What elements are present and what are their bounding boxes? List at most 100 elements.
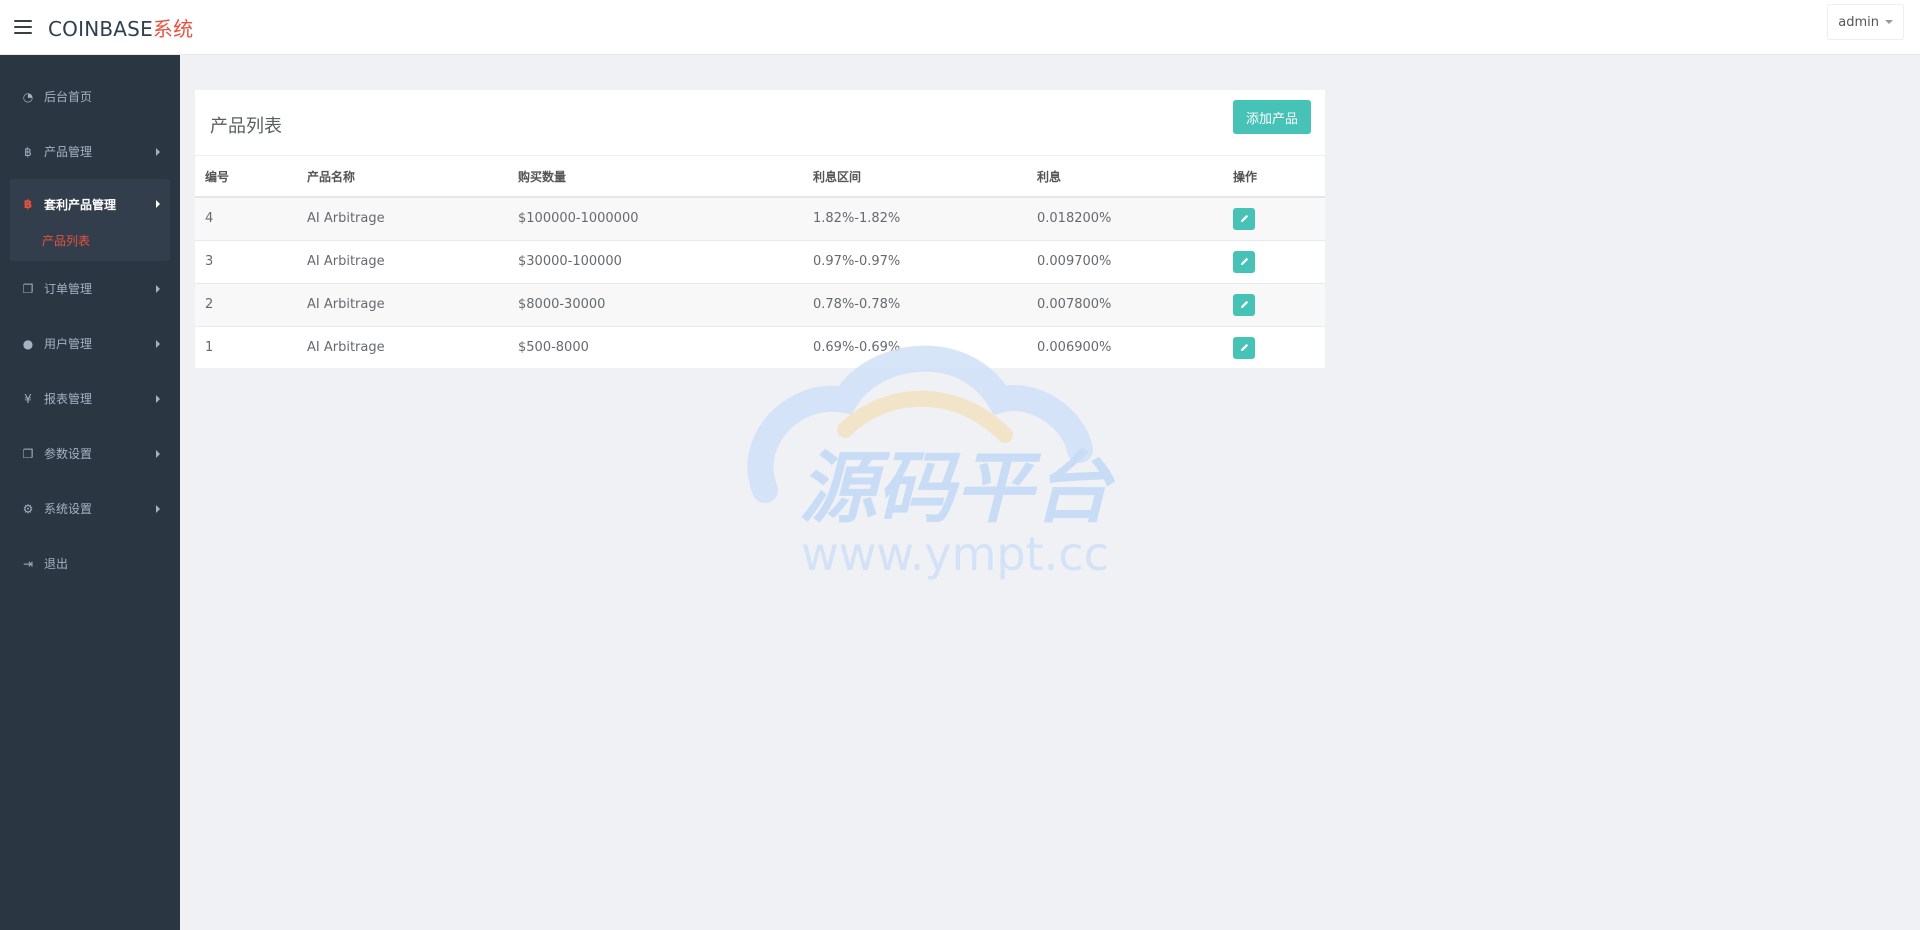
menu-toggle-bar xyxy=(14,20,32,22)
caret-down-icon xyxy=(1885,20,1893,24)
brand-logo[interactable]: COINBASE系统 xyxy=(48,13,193,42)
sidebar-item-label: 套利产品管理 xyxy=(44,197,117,212)
yen-icon: ¥ xyxy=(24,391,32,406)
caret-right-icon xyxy=(156,200,160,208)
cell-range: 1.82%-1.82% xyxy=(803,197,1027,241)
column-header-range[interactable]: 利息区间 xyxy=(803,156,1027,198)
column-header-amount[interactable]: 购买数量 xyxy=(508,156,803,198)
cogs-icon: ⚙ xyxy=(22,501,34,516)
cell-name: AI Arbitrage xyxy=(307,340,385,356)
sidebar-item-label: 参数设置 xyxy=(44,447,93,461)
product-table: 编号 产品名称 购买数量 利息区间 利息 操作 4 AI Arbitrage $10… xyxy=(195,156,1325,369)
menu-toggle-bar xyxy=(14,26,32,28)
sidebar-item-arbitrage[interactable]: ฿ 套利产品管理 xyxy=(10,179,170,229)
pencil-icon xyxy=(1240,300,1248,309)
cell-id: 2 xyxy=(195,283,297,327)
top-navbar: COINBASE系统 admin xyxy=(0,0,1920,55)
sidebar-item-orders[interactable]: ❐ 订单管理 xyxy=(0,261,180,316)
pencil-icon xyxy=(1240,344,1248,352)
sidebar-item-label: 订单管理 xyxy=(44,282,93,296)
sidebar-item-label: 系统设置 xyxy=(44,502,93,516)
cell-id: 1 xyxy=(205,340,214,356)
cell-name: AI Arbitrage xyxy=(297,283,508,327)
edit-button[interactable] xyxy=(1233,207,1255,230)
cell-actions xyxy=(1223,283,1325,327)
brand-main: COINBASE xyxy=(48,16,153,41)
cell-range: 0.97%-0.97% xyxy=(803,240,1027,284)
cell-id: 4 xyxy=(195,197,297,241)
sidebar: ◔ 后台首页 ฿ 产品管理 ฿ 套利产品管理 产品列表 ❐ 订单管理 ● 用户管理 ¥ 报表管理 ❐ 参数设… xyxy=(0,55,180,930)
caret-right-icon xyxy=(156,449,160,458)
sign-out-icon: ⇥ xyxy=(22,556,34,571)
caret-right-icon xyxy=(156,394,160,403)
pencil-icon xyxy=(1240,215,1248,223)
sidebar-item-label: 用户管理 xyxy=(44,337,93,351)
table-row: 3 AI Arbitrage $30000-100000 0.97%-0.97% 0.0… xyxy=(195,240,1325,284)
cell-actions xyxy=(1223,326,1325,369)
sidebar-item-label: 退出 xyxy=(44,557,69,571)
table-row: 1 AI Arbitrage $500-8000 0.69%-0.69% 0.00690… xyxy=(195,326,1325,369)
cell-rate: 0.007800% xyxy=(1027,283,1223,327)
cell-amount: $100000-1000000 xyxy=(508,197,803,241)
sidebar-item-settings[interactable]: ⚙ 系统设置 xyxy=(0,481,180,536)
pencil-icon xyxy=(1240,257,1248,266)
cell-rate: 0.018200% xyxy=(1027,197,1223,241)
cell-amount: $30000-100000 xyxy=(508,240,803,284)
sidebar-item-products[interactable]: ฿ 产品管理 xyxy=(0,124,180,179)
cell-range: 0.69%-0.69% xyxy=(813,340,901,356)
watermark-url: www.ympt.cc xyxy=(801,527,1109,581)
cell-rate: 0.006900% xyxy=(1037,340,1112,356)
sidebar-nav: ◔ 后台首页 ฿ 产品管理 ฿ 套利产品管理 产品列表 ❐ 订单管理 ● 用户管理 ¥ 报表管理 ❐ 参数设… xyxy=(0,55,180,591)
watermark-logo: 源码平台 www.ympt.cc xyxy=(747,345,1116,581)
column-header-actions: 操作 xyxy=(1223,156,1325,198)
user-icon: ● xyxy=(22,336,34,351)
cell-actions xyxy=(1223,197,1325,241)
cell-range: 0.78%-0.78% xyxy=(803,283,1027,327)
menu-toggle-icon[interactable] xyxy=(14,20,32,34)
sidebar-subitem-product-list[interactable]: 产品列表 xyxy=(10,229,170,253)
column-header-name[interactable]: 产品名称 xyxy=(297,156,508,198)
copy-icon: ❐ xyxy=(22,446,34,461)
caret-right-icon xyxy=(156,147,160,156)
sidebar-item-home[interactable]: ◔ 后台首页 xyxy=(0,69,180,124)
brand-accent: 系统 xyxy=(152,16,194,41)
cell-name: AI Arbitrage xyxy=(297,197,508,241)
sidebar-item-users[interactable]: ● 用户管理 xyxy=(0,316,180,371)
caret-right-icon xyxy=(156,504,160,513)
user-dropdown[interactable]: admin xyxy=(1827,4,1904,40)
cell-id: 3 xyxy=(195,240,297,284)
bitcoin-icon: ฿ xyxy=(23,197,33,211)
table-header-row: 编号 产品名称 购买数量 利息区间 利息 操作 xyxy=(195,156,1325,198)
dashboard-icon: ◔ xyxy=(22,89,34,104)
edit-button[interactable] xyxy=(1233,250,1255,273)
cell-amount: $8000-30000 xyxy=(508,283,803,327)
sidebar-item-reports[interactable]: ¥ 报表管理 xyxy=(0,371,180,426)
add-product-button[interactable]: 添加产品 xyxy=(1232,100,1311,134)
cell-amount: $500-8000 xyxy=(518,340,589,356)
column-header-rate[interactable]: 利息 xyxy=(1027,156,1223,198)
bitcoin-icon: ฿ xyxy=(24,144,32,159)
menu-toggle-bar xyxy=(14,32,32,34)
sidebar-item-label: 后台首页 xyxy=(44,90,93,104)
edit-button[interactable] xyxy=(1233,336,1255,359)
cell-name: AI Arbitrage xyxy=(297,240,508,284)
copy-icon: ❐ xyxy=(22,281,34,296)
sidebar-item-label: 报表管理 xyxy=(44,392,93,406)
page-title: 产品列表 xyxy=(210,116,282,137)
sidebar-item-logout[interactable]: ⇥ 退出 xyxy=(0,536,180,591)
table-body: 4 AI Arbitrage $100000-1000000 1.82%-1.82% 0… xyxy=(195,197,1325,369)
table-row: 2 AI Arbitrage $8000-30000 0.78%-0.78% 0.007… xyxy=(195,283,1325,327)
sidebar-group-arbitrage: ฿ 套利产品管理产品列表 xyxy=(10,179,170,261)
table-row: 4 AI Arbitrage $100000-1000000 1.82%-1.82% 0… xyxy=(195,197,1325,241)
user-name: admin xyxy=(1838,14,1879,30)
edit-button[interactable] xyxy=(1233,293,1255,316)
sidebar-item-params[interactable]: ❐ 参数设置 xyxy=(0,426,180,481)
cell-actions xyxy=(1223,240,1325,284)
panel-header: 产品列表 添加产品 xyxy=(195,90,1325,156)
product-list-panel: 产品列表 添加产品 编号 产品名称 购买数量 利息区间 利息 操作 4 AI Ar… xyxy=(195,90,1325,368)
cell-rate: 0.009700% xyxy=(1027,240,1223,284)
watermark-title: 源码平台 xyxy=(799,444,1116,534)
column-header-id[interactable]: 编号 xyxy=(195,156,297,198)
caret-right-icon xyxy=(156,284,160,293)
caret-right-icon xyxy=(156,339,160,348)
